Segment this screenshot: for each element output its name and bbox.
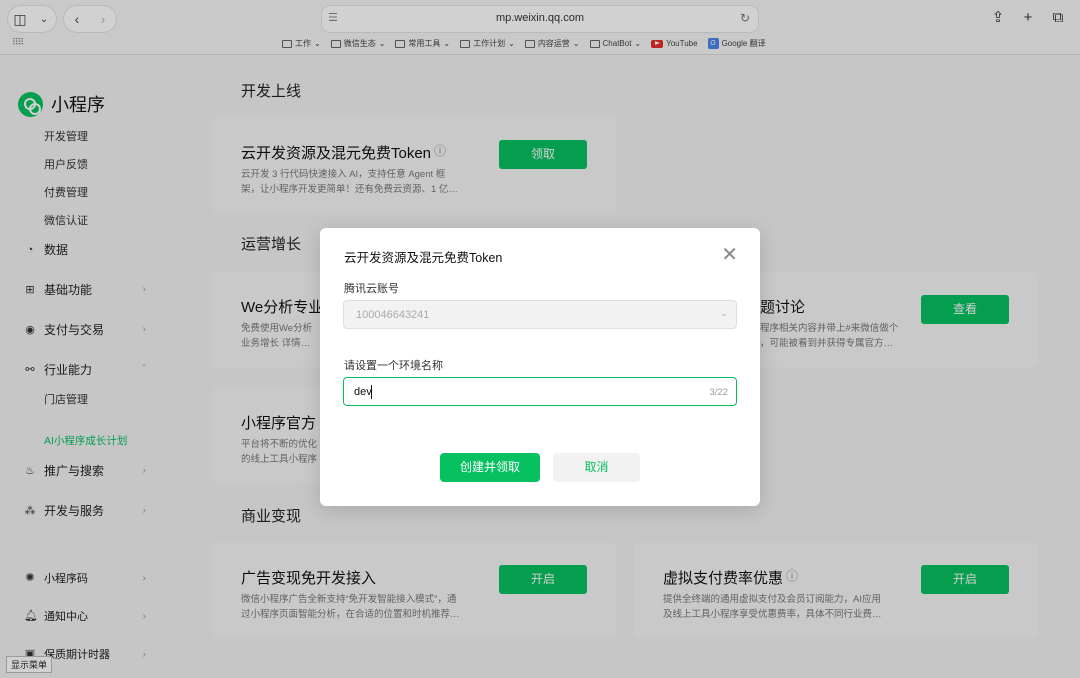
- text-cursor: [371, 385, 372, 399]
- env-name-input[interactable]: dev 3/22: [343, 377, 737, 406]
- account-value: 100046643241: [356, 309, 430, 321]
- chevron-down-icon: ⌄: [720, 308, 728, 318]
- close-icon[interactable]: ✕: [721, 245, 738, 265]
- env-name-value: dev: [354, 386, 372, 398]
- cancel-button[interactable]: 取消: [553, 453, 640, 482]
- create-and-claim-button[interactable]: 创建并领取: [440, 453, 540, 482]
- dialog-title: 云开发资源及混元免费Token: [344, 251, 503, 265]
- account-label: 腾讯云账号: [344, 283, 399, 295]
- env-name-label: 请设置一个环境名称: [344, 360, 443, 372]
- claim-token-dialog: 云开发资源及混元免费Token ✕ 腾讯云账号 100046643241 ⌄ 请…: [320, 228, 760, 506]
- char-counter: 3/22: [709, 387, 729, 398]
- account-select[interactable]: 100046643241 ⌄: [343, 300, 737, 329]
